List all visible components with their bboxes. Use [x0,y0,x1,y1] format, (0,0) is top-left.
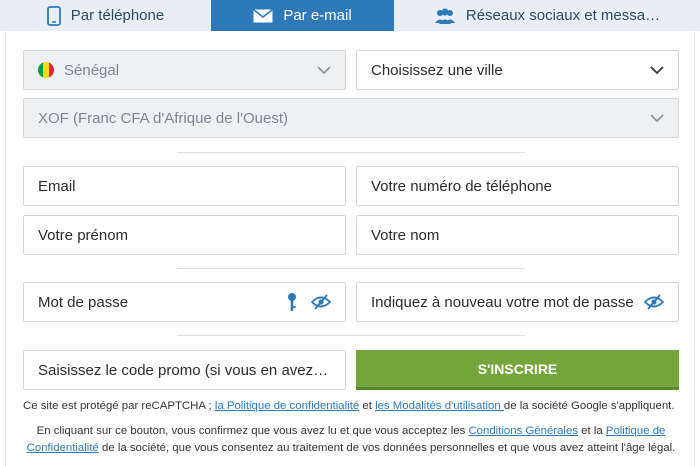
eye-slash-icon[interactable] [644,294,664,310]
currency-select[interactable]: XOF (Franc CFA d'Afrique de l'Ouest) [23,98,679,138]
consent-notice: En cliquant sur ce bouton, vous confirme… [23,423,679,457]
consent-text: En cliquant sur ce bouton, vous confirme… [36,425,469,437]
register-button[interactable]: S'INSCRIRE [356,350,679,390]
email-placeholder: Email [38,177,76,195]
tab-social[interactable]: Réseaux sociaux et messa… [394,0,700,31]
senegal-flag-icon [38,62,54,78]
currency-value: XOF (Franc CFA d'Afrique de l'Ouest) [38,109,288,127]
phone-placeholder: Votre numéro de téléphone [371,177,552,195]
firstname-placeholder: Votre prénom [38,226,129,244]
key-icon[interactable] [287,292,297,312]
promo-placeholder: Saisissez le code promo (si vous en avez… [38,361,331,379]
recaptcha-text: Ce site est protégé par reCAPTCHA ; [23,400,215,412]
tab-phone[interactable]: Par téléphone [0,0,211,31]
envelope-icon [253,8,274,23]
password-field[interactable]: Mot de passe [23,282,346,322]
recaptcha-text: et [359,400,376,412]
section-divider [177,268,525,269]
tab-phone-label: Par téléphone [70,7,165,24]
chevron-down-icon [650,111,664,125]
tab-email-label: Par e-mail [283,7,352,24]
phone-icon [46,5,61,26]
lastname-field[interactable]: Votre nom [356,215,679,255]
password-placeholder: Mot de passe [38,293,129,311]
registration-form: Sénégal Choisissez une ville XOF (Franc … [5,31,695,466]
section-divider [177,152,525,153]
chevron-down-icon [317,63,331,77]
consent-text: de la société, que vous consentez au tra… [98,442,676,454]
tab-social-label: Réseaux sociaux et messa… [465,7,661,24]
firstname-field[interactable]: Votre prénom [23,215,346,255]
country-select[interactable]: Sénégal [23,50,346,90]
promo-code-field[interactable]: Saisissez le code promo (si vous en avez… [23,350,346,390]
password-confirm-placeholder: Indiquez à nouveau votre mot de passe [371,293,634,311]
email-field[interactable]: Email [23,166,346,206]
chevron-down-icon [650,63,664,77]
consent-text: et la [577,425,606,437]
lastname-placeholder: Votre nom [371,226,440,244]
eye-slash-icon[interactable] [311,294,331,310]
registration-tabs: Par téléphone Par e-mail Réseaux sociaux… [0,0,700,31]
recaptcha-text: de la société Google s'appliquent. [503,400,675,412]
privacy-policy-link[interactable]: la Politique de confidentialité [215,400,359,412]
conditions-link[interactable]: Conditions Générales [468,425,578,437]
phone-field[interactable]: Votre numéro de téléphone [356,166,679,206]
recaptcha-notice: Ce site est protégé par reCAPTCHA ; la P… [23,398,679,415]
city-placeholder: Choisissez une ville [371,61,503,79]
country-value: Sénégal [64,61,120,79]
tab-email[interactable]: Par e-mail [211,0,394,31]
city-select[interactable]: Choisissez une ville [356,50,679,90]
password-confirm-field[interactable]: Indiquez à nouveau votre mot de passe [356,282,679,322]
users-icon [434,8,456,24]
section-divider [177,335,525,336]
terms-link[interactable]: les Modalités d'utilisation [375,400,504,412]
